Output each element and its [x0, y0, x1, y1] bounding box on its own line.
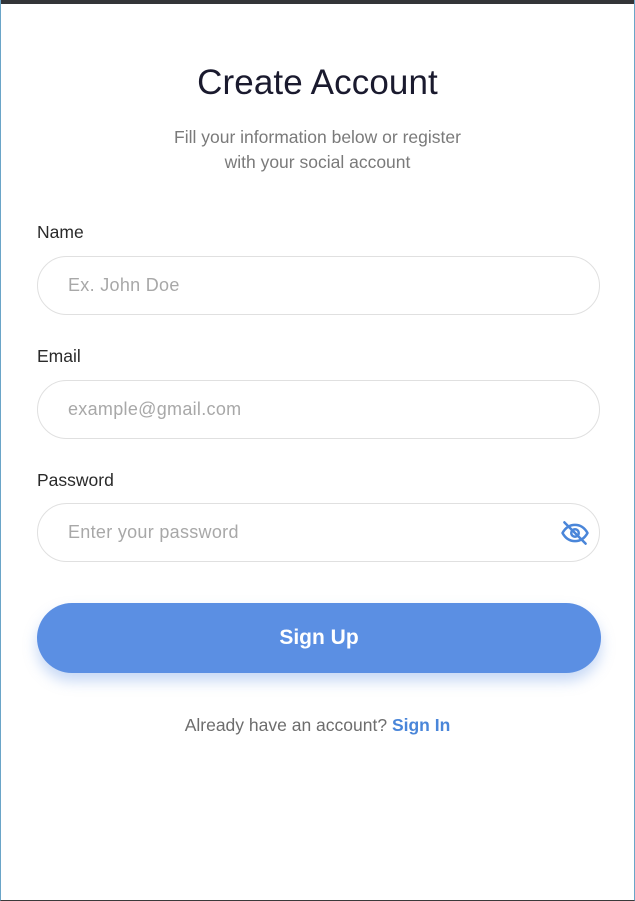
password-label: Password [37, 470, 114, 490]
subtitle-line-1: Fill your information below or register [174, 127, 461, 147]
sign-up-button[interactable]: Sign Up [37, 603, 601, 673]
sign-in-prompt-text: Already have an account? [184, 715, 388, 735]
name-field[interactable] [37, 256, 600, 315]
password-field[interactable] [37, 503, 600, 562]
sign-in-link[interactable]: Sign In [392, 715, 450, 735]
eye-off-icon[interactable] [560, 518, 590, 548]
email-label: Email [37, 346, 81, 366]
page-subtitle: Fill your information below or register … [1, 125, 634, 175]
sign-in-prompt: Already have an account? Sign In [1, 715, 634, 736]
signup-screen: Create Account Fill your information bel… [0, 0, 635, 901]
name-label: Name [37, 222, 84, 242]
email-field[interactable] [37, 380, 600, 439]
page-title: Create Account [197, 63, 438, 102]
top-bar [1, 0, 634, 4]
subtitle-line-2: with your social account [224, 152, 411, 172]
